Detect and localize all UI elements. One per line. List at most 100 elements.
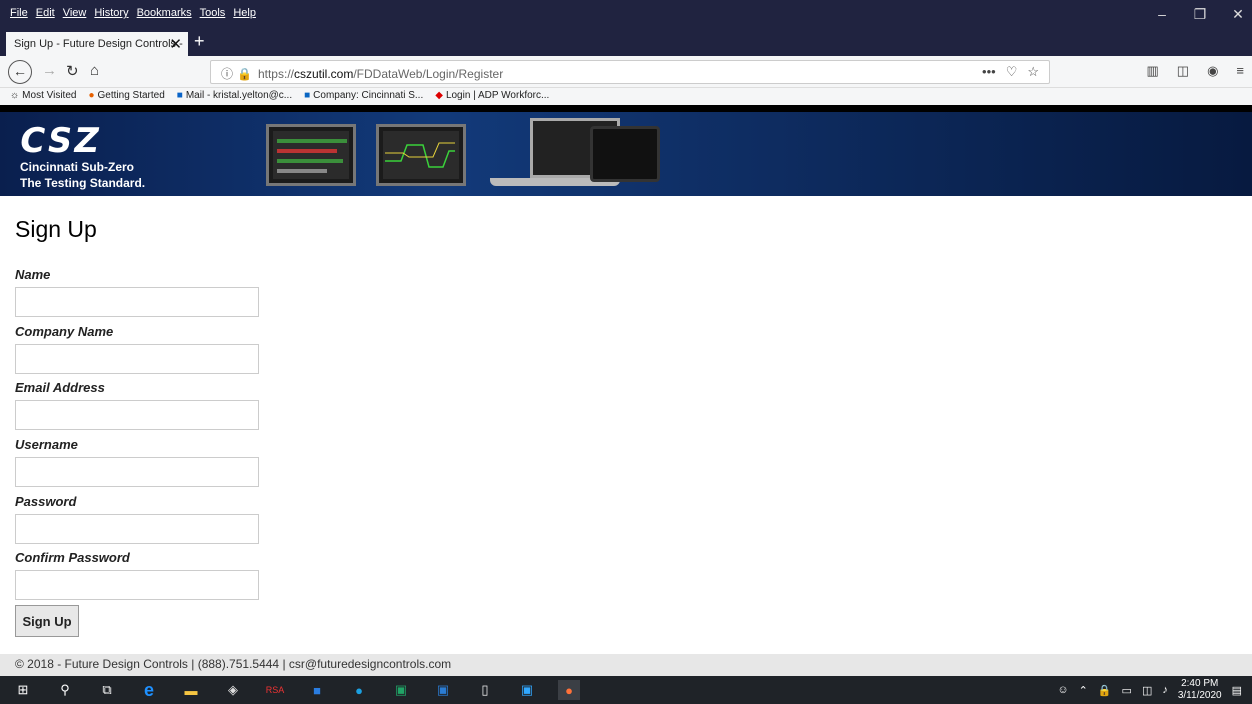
- close-tab-icon[interactable]: ✕: [169, 35, 182, 53]
- name-field[interactable]: [15, 287, 259, 317]
- outlook-icon: ■: [176, 90, 183, 101]
- menu-view[interactable]: View: [63, 7, 87, 19]
- tab-title: Sign Up - Future Design Controls -: [14, 38, 183, 50]
- navigation-toolbar: ← → ↻ ⌂ ⓘ 🔒 https://cszutil.com/FDDataWeb/…: [0, 56, 1252, 88]
- minimize-icon[interactable]: –: [1154, 6, 1170, 23]
- restore-icon[interactable]: ❐: [1192, 6, 1208, 23]
- hamburger-menu-icon[interactable]: ≡: [1236, 63, 1244, 79]
- linkedin-icon: ■: [304, 90, 311, 101]
- menu-file[interactable]: File: [10, 7, 28, 19]
- windows-taskbar: ⊞ ⚲ ⧉ e ▬ ◈ RSA ■ ● ▣ ▣ ▯ ▣ ● ☺ ⌃ 🔒 ▭ ◫ …: [0, 676, 1252, 704]
- bookmark-company[interactable]: ■ Company: Cincinnati S...: [304, 90, 423, 101]
- close-window-icon[interactable]: ✕: [1230, 6, 1246, 23]
- url-path: /FDDataWeb/Login/Register: [353, 67, 504, 81]
- firefox-icon[interactable]: ●: [558, 680, 580, 700]
- name-group: Name: [15, 267, 259, 317]
- email-field[interactable]: [15, 400, 259, 430]
- confirm-password-group: Confirm Password: [15, 550, 259, 600]
- bookmarks-toolbar: ☼ Most Visited ● Getting Started ■ Mail - k…: [0, 88, 1252, 105]
- file-explorer-icon[interactable]: ▬: [180, 680, 202, 700]
- header-banner: CSZ Cincinnati Sub-Zero The Testing Stan…: [0, 112, 1252, 196]
- username-group: Username: [15, 437, 259, 487]
- trend-chart-graphic: [385, 142, 455, 168]
- lock-icon: 🔒: [237, 67, 252, 81]
- bookmark-label: Most Visited: [22, 90, 77, 101]
- store-icon[interactable]: ◈: [222, 680, 244, 700]
- bookmark-label: Mail - kristal.yelton@c...: [185, 90, 293, 101]
- menu-tools[interactable]: Tools: [200, 7, 226, 19]
- edge-icon[interactable]: e: [138, 680, 160, 700]
- notifications-icon[interactable]: ▤: [1232, 684, 1242, 697]
- screen-row: [277, 139, 347, 143]
- chevron-up-icon[interactable]: ⌃: [1079, 684, 1088, 697]
- bookmark-star-icon[interactable]: ☆: [1027, 64, 1039, 80]
- new-tab-icon[interactable]: +: [194, 31, 205, 52]
- windows-start-icon[interactable]: ⊞: [12, 680, 34, 700]
- csz-logo[interactable]: CSZ Cincinnati Sub-Zero The Testing Stan…: [16, 121, 170, 194]
- sign-up-button[interactable]: Sign Up: [15, 605, 79, 637]
- username-field[interactable]: [15, 457, 259, 487]
- page-actions-icon[interactable]: •••: [982, 64, 996, 80]
- clock-date: 3/11/2020: [1177, 690, 1222, 701]
- email-group: Email Address: [15, 380, 259, 430]
- info-icon[interactable]: ⓘ: [221, 67, 233, 81]
- name-label: Name: [15, 267, 51, 282]
- bookmark-mail[interactable]: ■ Mail - kristal.yelton@c...: [177, 90, 292, 101]
- url-domain: cszutil.com: [294, 67, 354, 81]
- sidebar-icon[interactable]: ◫: [1177, 63, 1189, 79]
- battery-icon[interactable]: ▭: [1122, 684, 1132, 697]
- menu-history[interactable]: History: [94, 7, 128, 19]
- divider: [0, 105, 1252, 112]
- reload-icon[interactable]: ↻: [66, 62, 79, 80]
- company-name-group: Company Name: [15, 324, 259, 374]
- url-bar[interactable]: ⓘ 🔒 https://cszutil.com/FDDataWeb/Login/Re…: [210, 60, 1050, 84]
- search-icon[interactable]: ⚲: [54, 680, 76, 700]
- notepad-icon[interactable]: ▯: [474, 680, 496, 700]
- photoshop-icon[interactable]: ▣: [516, 680, 538, 700]
- word-icon[interactable]: ▣: [432, 680, 454, 700]
- bookmark-label: Company: Cincinnati S...: [313, 90, 424, 101]
- screen-row: [277, 169, 327, 173]
- screen-row: [277, 149, 337, 153]
- menu-help[interactable]: Help: [233, 7, 256, 19]
- devices-image: [490, 118, 660, 194]
- forward-icon[interactable]: →: [42, 62, 57, 79]
- volume-icon[interactable]: ♪: [1162, 684, 1168, 696]
- task-view-icon[interactable]: ⧉: [96, 680, 118, 700]
- firefox-icon: ●: [88, 90, 95, 101]
- menu-bookmarks[interactable]: Bookmarks: [137, 7, 192, 19]
- controller-screen-image: [266, 124, 356, 186]
- lock-icon[interactable]: 🔒: [1098, 684, 1112, 697]
- company-name-field[interactable]: [15, 344, 259, 374]
- skype-icon[interactable]: ●: [348, 680, 370, 700]
- outlook-icon[interactable]: ■: [306, 680, 328, 700]
- people-icon[interactable]: ☺: [1057, 684, 1068, 696]
- bookmark-adp[interactable]: ◆ Login | ADP Workforc...: [435, 90, 549, 101]
- password-label: Password: [15, 494, 77, 509]
- rsa-icon[interactable]: RSA: [264, 680, 286, 700]
- tab-sign-up[interactable]: Sign Up - Future Design Controls - ✕: [6, 32, 188, 56]
- back-icon[interactable]: ←: [8, 60, 32, 84]
- home-icon[interactable]: ⌂: [90, 62, 99, 79]
- tab-strip: Sign Up - Future Design Controls - ✕ +: [0, 30, 1252, 56]
- account-icon[interactable]: ◉: [1207, 63, 1218, 79]
- bookmark-label: Login | ADP Workforc...: [445, 90, 550, 101]
- password-field[interactable]: [15, 514, 259, 544]
- menu-edit[interactable]: Edit: [36, 7, 55, 19]
- company-name-label: Company Name: [15, 324, 114, 339]
- username-label: Username: [15, 437, 78, 452]
- page-title: Sign Up: [15, 216, 97, 242]
- confirm-password-field[interactable]: [15, 570, 259, 600]
- url-prefix: https://: [257, 67, 294, 81]
- network-icon[interactable]: ◫: [1142, 684, 1152, 697]
- controller-chart-image: [376, 124, 466, 186]
- pocket-icon[interactable]: ♡: [1006, 64, 1018, 80]
- bookmark-most-visited[interactable]: ☼ Most Visited: [10, 90, 76, 101]
- confirm-password-label: Confirm Password: [15, 550, 130, 565]
- tablet-graphic: [590, 126, 660, 182]
- bookmark-getting-started[interactable]: ● Getting Started: [88, 90, 164, 101]
- excel-icon[interactable]: ▣: [390, 680, 412, 700]
- clock-time: 2:40 PM: [1181, 678, 1219, 689]
- library-icon[interactable]: ▥: [1146, 63, 1158, 79]
- clock[interactable]: 2:40 PM 3/11/2020: [1178, 678, 1222, 702]
